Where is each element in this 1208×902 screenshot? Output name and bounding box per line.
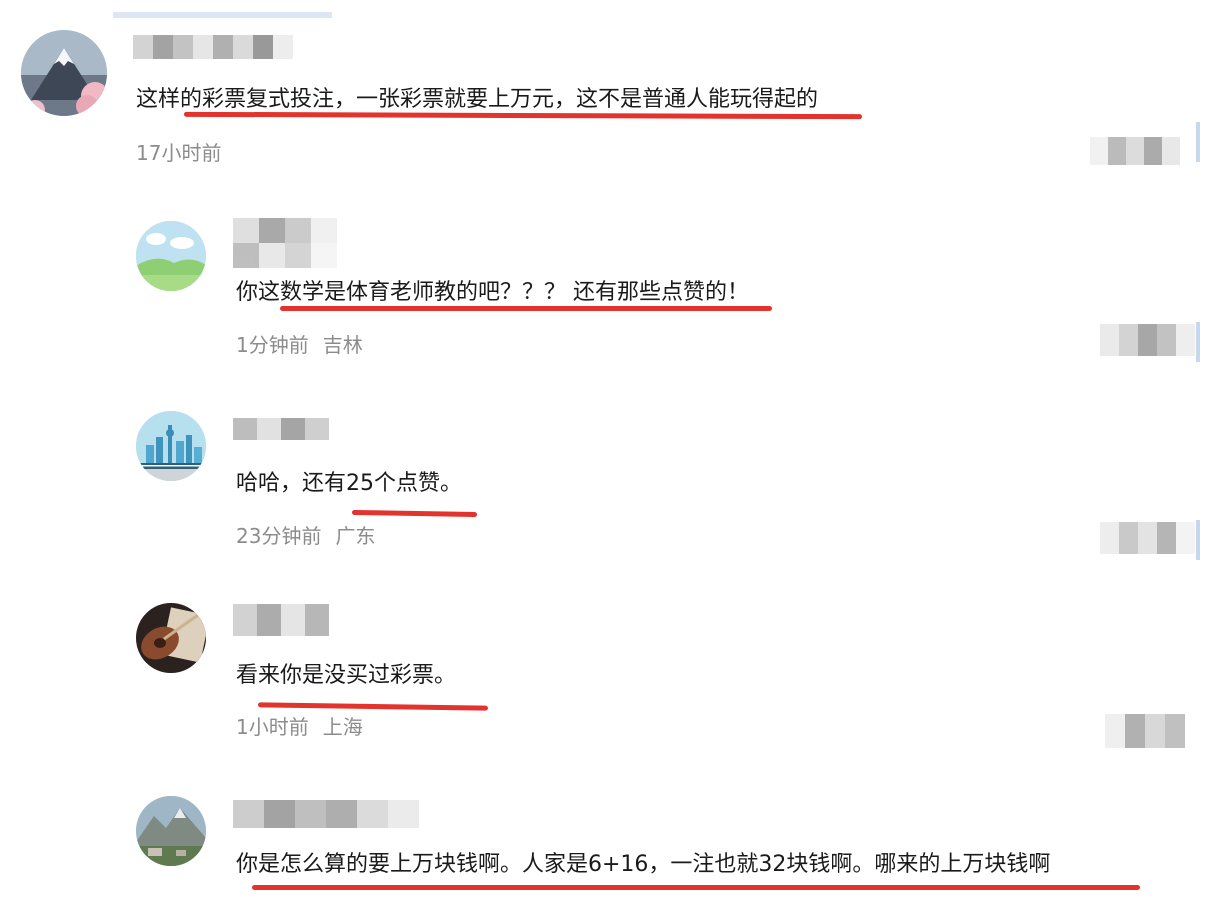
highlight-underline xyxy=(351,509,478,518)
blurred-username[interactable] xyxy=(133,35,293,59)
mountain-sakura-avatar-icon xyxy=(21,30,107,116)
comment-location: 吉林 xyxy=(322,333,363,357)
comment-meta: 1分钟前 吉林 xyxy=(236,332,363,358)
avatar[interactable] xyxy=(136,221,206,291)
blurred-like-count[interactable] xyxy=(1100,522,1195,554)
comment-text: 你这数学是体育老师教的吧？？？ 还有那些点赞的！ xyxy=(236,280,749,305)
avatar[interactable] xyxy=(136,796,206,866)
comment-time: 1小时前 xyxy=(236,715,309,739)
comment-text: 看来你是没买过彩票。 xyxy=(236,663,457,688)
scroll-indicator xyxy=(1196,322,1200,362)
avatar[interactable] xyxy=(136,603,206,673)
comment-location: 广东 xyxy=(335,524,376,548)
comment-meta: 17小时前 xyxy=(136,140,221,166)
comment-time: 1分钟前 xyxy=(236,333,309,357)
comment-time: 23分钟前 xyxy=(236,524,322,548)
avatar[interactable] xyxy=(136,411,206,481)
comment-time: 17小时前 xyxy=(136,141,222,165)
blurred-like-count[interactable] xyxy=(1090,137,1180,165)
mountain-photo-avatar-icon xyxy=(136,796,206,866)
comment-text: 这样的彩票复式投注，一张彩票就要上万元，这不是普通人能玩得起的 xyxy=(136,87,819,112)
blurred-username[interactable] xyxy=(233,604,329,636)
comment-meta: 23分钟前 广东 xyxy=(236,523,375,549)
blurred-username[interactable] xyxy=(233,800,419,828)
scroll-indicator xyxy=(1196,520,1200,560)
highlight-underline xyxy=(183,111,863,120)
blurred-like-count[interactable] xyxy=(1100,324,1195,356)
blurred-like-count[interactable] xyxy=(1105,714,1185,748)
city-skyline-avatar-icon xyxy=(136,411,206,481)
comment-location: 上海 xyxy=(322,715,363,739)
comment-text: 你是怎么算的要上万块钱啊。人家是6+16，一注也就32块钱啊。哪来的上万块钱啊 xyxy=(236,852,1051,877)
scroll-indicator xyxy=(1196,122,1200,162)
meadow-avatar-icon xyxy=(136,221,206,291)
blurred-username[interactable] xyxy=(233,218,337,268)
comment-text: 哈哈，还有25个点赞。 xyxy=(236,471,462,496)
guitar-avatar-icon xyxy=(136,603,206,673)
highlight-underline xyxy=(257,702,489,711)
highlight-underline xyxy=(280,306,772,311)
comment-meta: 1小时前 上海 xyxy=(236,714,363,740)
highlight-underline xyxy=(252,885,1140,890)
blurred-username[interactable] xyxy=(233,418,329,440)
top-accent-bar xyxy=(113,12,332,18)
avatar[interactable] xyxy=(21,30,107,116)
